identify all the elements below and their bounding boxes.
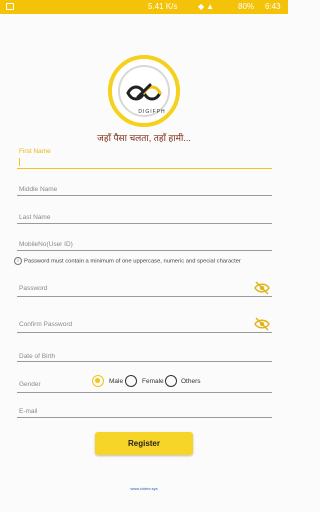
brand-name: DIGIFPH <box>138 109 166 115</box>
first-name-field[interactable]: First Name <box>17 148 272 169</box>
footer-link[interactable]: www.clotmr.sys <box>0 486 288 491</box>
password-requirement-note: i Password must contain a minimum of one … <box>14 257 241 265</box>
gender-female-label: Female <box>142 378 164 385</box>
last-name-field[interactable]: Last Name <box>17 208 272 224</box>
confirm-password-field[interactable]: Confirm Password <box>17 315 272 333</box>
image-notification-icon <box>6 3 14 10</box>
gender-label: Gender <box>19 381 41 388</box>
email-field[interactable]: E-mail <box>17 403 272 418</box>
hide-password-icon[interactable] <box>254 281 270 295</box>
gender-others-radio[interactable] <box>165 375 177 387</box>
middle-name-field[interactable]: Middle Name <box>17 180 272 196</box>
gender-male-label: Male <box>109 378 124 385</box>
password-field[interactable]: Password <box>17 280 272 297</box>
battery-level: 80% <box>238 2 255 11</box>
mobile-field[interactable]: MobileNo(User ID) <box>17 235 272 251</box>
last-name-label: Last Name <box>19 214 51 221</box>
date-of-birth-label: Date of Birth <box>19 353 56 360</box>
status-bar: 5.41 K/s ◆▲ 80% 6:43 <box>0 0 288 14</box>
email-label: E-mail <box>19 408 38 415</box>
wifi-signal-icon: ◆▲ <box>198 2 217 11</box>
gender-others-label: Others <box>181 378 201 385</box>
first-name-label: First Name <box>19 148 51 155</box>
app-logo: DIGIFPH <box>108 55 180 127</box>
date-of-birth-field[interactable]: Date of Birth <box>17 347 272 362</box>
clock: 6:43 <box>265 2 281 11</box>
gender-divider <box>17 392 272 393</box>
hide-confirm-password-icon[interactable] <box>254 317 270 331</box>
tagline: जहाँ पैसा चलता, तहाँ हामी... <box>97 133 191 143</box>
register-button[interactable]: Register <box>95 432 193 455</box>
confirm-password-label: Confirm Password <box>19 321 73 328</box>
mobile-label: MobileNo(User ID) <box>19 241 73 248</box>
info-icon: i <box>14 257 22 265</box>
text-cursor <box>19 158 20 166</box>
password-note-text: Password must contain a minimum of one u… <box>24 258 241 265</box>
gender-female-radio[interactable] <box>125 375 137 387</box>
middle-name-label: Middle Name <box>19 186 58 193</box>
gender-male-radio[interactable] <box>92 375 104 387</box>
network-speed: 5.41 K/s <box>148 2 178 11</box>
infinity-icon <box>126 83 162 101</box>
password-label: Password <box>19 285 48 292</box>
